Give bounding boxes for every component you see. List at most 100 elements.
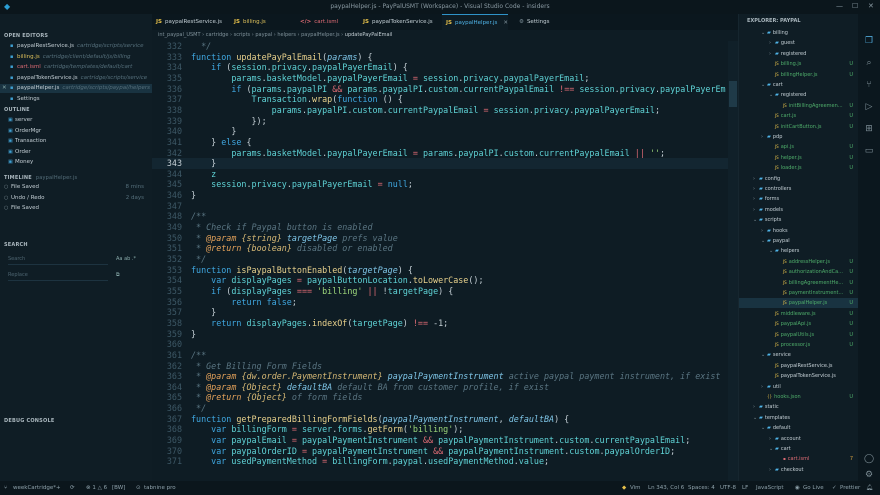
- outline-item[interactable]: ▣ server: [0, 116, 152, 125]
- indentation[interactable]: Spaces: 4: [688, 481, 715, 495]
- tab-paypalhelper-js[interactable]: JS paypalHelper.js ✕: [442, 14, 508, 31]
- tree-folder[interactable]: ⌄ ▰ templates: [739, 413, 859, 423]
- breadcrumb-item[interactable]: updatePayPalEmail: [345, 32, 393, 38]
- tree-folder[interactable]: › ▰ registered: [739, 49, 859, 59]
- tree-folder[interactable]: ⌄ ▰ billing: [739, 28, 859, 38]
- open-editor-item[interactable]: ✕ ▪ paypalHelper.js cartridge/scripts/paypa…: [0, 84, 152, 93]
- breadcrumb-item[interactable]: paypalHelper.js: [301, 32, 339, 38]
- tree-file[interactable]: JS paypalUtils.js U: [739, 330, 859, 340]
- tree-file[interactable]: JS billing.js U: [739, 59, 859, 69]
- language-mode[interactable]: JavaScript: [756, 481, 784, 495]
- search-icon[interactable]: ⌕: [864, 58, 874, 68]
- outline-item[interactable]: ▣ Transaction: [0, 137, 152, 146]
- tab-paypaltokenservice-js[interactable]: JS paypalTokenService.js: [359, 14, 433, 30]
- tabnine-status[interactable]: tabnine pro: [144, 481, 176, 495]
- settings-gear-icon[interactable]: ⚙: [864, 470, 874, 480]
- tree-folder[interactable]: › ▰ forms: [739, 194, 859, 204]
- tree-file[interactable]: JS paypalApi.js U: [739, 319, 859, 329]
- line-ending[interactable]: LF: [742, 481, 748, 495]
- tab-settings[interactable]: ⚙ Settings: [515, 14, 550, 30]
- remote-explorer-icon[interactable]: ▭: [864, 146, 874, 156]
- branch-icon[interactable]: ⑂: [4, 481, 7, 495]
- tab-billing-js[interactable]: JS billing.js: [230, 14, 266, 30]
- tree-folder[interactable]: ⌄ ▰ cart: [739, 80, 859, 90]
- replace-all-icon[interactable]: ⧉: [116, 272, 120, 278]
- tree-file[interactable]: {} hooks.json U: [739, 392, 859, 402]
- tree-file[interactable]: JS paypalTokenService.js: [739, 371, 859, 381]
- tree-file[interactable]: JS api.js U: [739, 142, 859, 152]
- tree-folder[interactable]: › ▰ models: [739, 205, 859, 215]
- tree-folder[interactable]: › ▰ guest: [739, 38, 859, 48]
- tree-folder[interactable]: ⌄ ▰ scripts: [739, 215, 859, 225]
- go-live-button[interactable]: Go Live: [803, 481, 824, 495]
- tree-folder[interactable]: › ▰ util: [739, 382, 859, 392]
- outline-item[interactable]: ▣ OrderMgr: [0, 127, 152, 136]
- tree-folder[interactable]: › ▰ controllers: [739, 184, 859, 194]
- open-editor-item[interactable]: ▪ billing.js cartridge/client/default/js/b…: [0, 53, 152, 62]
- account-icon[interactable]: ◯: [864, 454, 874, 464]
- maximize-button[interactable]: ☐: [852, 2, 858, 10]
- sync-icon[interactable]: ⟳: [70, 481, 75, 495]
- tree-folder[interactable]: ⌄ ▰ helpers: [739, 246, 859, 256]
- tree-folder[interactable]: ⌄ ▰ service: [739, 350, 859, 360]
- tree-file[interactable]: JS paypalHelper.js U: [739, 298, 859, 309]
- tree-file[interactable]: JS addressHelper.js U: [739, 257, 859, 267]
- minimize-button[interactable]: —: [836, 2, 843, 10]
- tree-file[interactable]: JS helper.js U: [739, 153, 859, 163]
- problems-indicator[interactable]: ⊗ 1 △ 6: [86, 481, 107, 495]
- timeline-header[interactable]: TIMELINE paypalHelper.js: [4, 175, 77, 181]
- open-editor-item[interactable]: ▪ paypalRestService.js cartridge/scripts/s…: [0, 42, 152, 51]
- tree-file[interactable]: JS authorizationAndCa... U: [739, 267, 859, 277]
- open-editor-item[interactable]: ▪ paypalTokenService.js cartridge/scripts/…: [0, 74, 152, 83]
- tree-file[interactable]: JS processor.js U: [739, 340, 859, 350]
- tree-file[interactable]: JS paypalRestService.js: [739, 361, 859, 371]
- close-window-button[interactable]: ✕: [868, 2, 874, 10]
- breadcrumb-item[interactable]: scripts: [234, 32, 251, 38]
- extensions-icon[interactable]: ⊞: [864, 124, 874, 134]
- tree-file[interactable]: JS initBillingAgreemen... U: [739, 101, 859, 111]
- debug-icon[interactable]: ▷: [864, 102, 874, 112]
- outline-item[interactable]: ▣ Money: [0, 158, 152, 167]
- tree-folder[interactable]: ⌄ ▰ cart: [739, 444, 859, 454]
- search-input[interactable]: Search: [8, 256, 108, 265]
- breadcrumb-item[interactable]: helpers: [277, 32, 296, 38]
- tab-cart-isml[interactable]: </> cart.isml: [296, 14, 338, 30]
- tree-folder[interactable]: › ▰ account: [739, 434, 859, 444]
- tree-folder[interactable]: ⌄ ▰ default: [739, 423, 859, 433]
- breadcrumb-item[interactable]: cartridge: [206, 32, 229, 38]
- explorer-icon[interactable]: ❐: [864, 36, 874, 46]
- open-editor-item[interactable]: ▪ Settings: [0, 95, 152, 104]
- tree-file[interactable]: JS paymentInstrument... U: [739, 288, 859, 298]
- scrollbar-thumb[interactable]: [729, 81, 737, 107]
- search-options[interactable]: Aa ab .*: [116, 256, 136, 262]
- tree-file[interactable]: ▪ cart.isml 7: [739, 454, 859, 464]
- open-editors-header[interactable]: OPEN EDITORS: [4, 33, 48, 39]
- search-header[interactable]: SEARCH: [4, 242, 28, 248]
- outline-item[interactable]: ▣ Order: [0, 148, 152, 157]
- tab-close-icon[interactable]: ✕: [503, 20, 508, 26]
- bw-indicator[interactable]: [BW]: [112, 481, 125, 495]
- tree-file[interactable]: JS middleware.js U: [739, 309, 859, 319]
- prettier-status[interactable]: Prettier: [840, 481, 860, 495]
- tree-folder[interactable]: ⌄ ▰ paypal: [739, 236, 859, 246]
- tree-folder[interactable]: › ▰ pdp: [739, 132, 859, 142]
- timeline-item[interactable]: ○ File Saved: [0, 204, 152, 213]
- tree-folder[interactable]: › ▰ config: [739, 174, 859, 184]
- vim-mode[interactable]: Vim: [630, 481, 641, 495]
- breadcrumb-item[interactable]: paypal: [255, 32, 272, 38]
- cursor-position[interactable]: Ln 343, Col 6: [648, 481, 684, 495]
- tree-folder[interactable]: › ▰ checkout: [739, 465, 859, 475]
- tree-file[interactable]: JS loader.js U: [739, 163, 859, 173]
- timeline-item[interactable]: ○ Undo / Redo 2 days: [0, 194, 152, 203]
- close-editor-icon[interactable]: ✕: [2, 84, 9, 93]
- tree-file[interactable]: JS billingHelper.js U: [739, 70, 859, 80]
- open-editor-item[interactable]: ▪ cart.isml cartridge/templates/default/ca…: [0, 63, 152, 72]
- source-control-icon[interactable]: ⑂: [864, 80, 874, 90]
- notifications-icon[interactable]: 🔔︎: [866, 481, 873, 495]
- outline-header[interactable]: OUTLINE: [4, 107, 30, 113]
- tree-folder[interactable]: › ▰ static: [739, 402, 859, 412]
- tree-folder[interactable]: ⌄ ▰ registered: [739, 90, 859, 100]
- tab-paypalrestservice-js[interactable]: JS paypalRestService.js: [152, 14, 222, 30]
- tree-file[interactable]: JS initCartButton.js U: [739, 122, 859, 132]
- branch-name[interactable]: weekCartridge*+: [13, 481, 61, 495]
